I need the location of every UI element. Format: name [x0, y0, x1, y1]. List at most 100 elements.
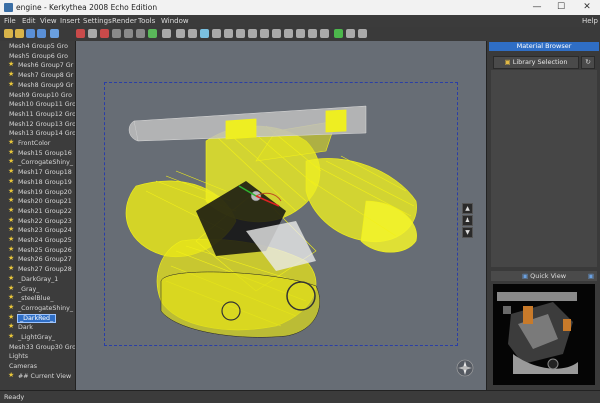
undo-icon[interactable] [50, 29, 59, 38]
tree-item[interactable]: ★ Mesh7 Group8 Gr [0, 71, 75, 80]
tree-item[interactable]: ★ Mesh20 Group21 [0, 197, 75, 206]
tree-item[interactable]: Mesh11 Group12 Gro [0, 110, 75, 119]
view-up-icon[interactable]: ▲ [462, 203, 473, 214]
tree-item[interactable]: Mesh9 Group10 Gro [0, 91, 75, 100]
grid-icon[interactable] [224, 29, 233, 38]
tree-item[interactable]: Mesh5 Group6 Gro [0, 52, 75, 61]
tree-item[interactable]: ★ Mesh25 Group26 [0, 246, 75, 255]
tree-item[interactable]: Lights [0, 352, 75, 361]
refresh-icon[interactable]: ↻ [581, 56, 595, 69]
tree-item[interactable]: ★ _DarkRed_ [0, 313, 75, 323]
tree-item[interactable]: ★ Mesh27 Group28 [0, 265, 75, 274]
tree-item[interactable]: ★ _CorrogateShiny_ [0, 158, 75, 167]
wireframe-icon[interactable] [236, 29, 245, 38]
menu-edit[interactable]: Edit [22, 17, 36, 25]
material-icon[interactable] [200, 29, 209, 38]
tree-item[interactable]: ★ _LightGray_ [0, 333, 75, 342]
tree-item[interactable]: ★ Mesh23 Group24 [0, 226, 75, 235]
menu-insert[interactable]: Insert [60, 17, 80, 25]
tree-item[interactable]: ★ Mesh15 Group16 [0, 149, 75, 158]
quick-view-close-icon[interactable]: ▣ [588, 271, 594, 281]
select-icon[interactable] [148, 29, 157, 38]
solid-icon[interactable] [248, 29, 257, 38]
material-star-icon: ★ [8, 187, 15, 195]
stop-icon[interactable] [88, 29, 97, 38]
maximize-button[interactable]: ☐ [552, 1, 570, 13]
material-star-icon: ★ [8, 80, 15, 88]
menu-tools[interactable]: Tools [138, 17, 155, 25]
help-icon[interactable] [346, 29, 355, 38]
material-star-icon: ★ [8, 284, 15, 292]
tree-item[interactable]: ★ Mesh18 Group19 [0, 178, 75, 187]
tree-item[interactable]: ★ ## Current View [0, 372, 75, 381]
sphere-icon[interactable] [284, 29, 293, 38]
scale-icon[interactable] [176, 29, 185, 38]
close-button[interactable]: ✕ [578, 1, 596, 13]
library-selection-button[interactable]: ▣ Library Selection [493, 56, 579, 69]
zoom-icon[interactable] [136, 29, 145, 38]
camera-icon[interactable] [100, 29, 109, 38]
tree-item[interactable]: ★ FrontColor [0, 139, 75, 148]
tree-item[interactable]: Mesh33 Group30 Gro [0, 343, 75, 352]
menu-file[interactable]: File [4, 17, 16, 25]
cylinder-icon[interactable] [296, 29, 305, 38]
tree-item[interactable]: ★ Mesh19 Group20 [0, 188, 75, 197]
saveas-icon[interactable] [37, 29, 46, 38]
compass-icon[interactable] [455, 358, 475, 378]
tree-item-label: Mesh21 Group22 [18, 207, 72, 215]
tree-item-label: Mesh25 Group26 [18, 246, 72, 254]
tree-item[interactable]: ★ Mesh21 Group22 [0, 207, 75, 216]
view-person-icon[interactable]: ♟ [462, 215, 473, 226]
save-icon[interactable] [26, 29, 35, 38]
tree-item[interactable]: Mesh10 Group11 Gro [0, 100, 75, 109]
tree-item-label: Lights [9, 353, 28, 361]
move-icon[interactable] [162, 29, 171, 38]
tree-item[interactable]: Mesh4 Group5 Gro [0, 42, 75, 51]
box-icon[interactable] [272, 29, 281, 38]
plane-icon[interactable] [308, 29, 317, 38]
tree-item[interactable]: ★ _Gray_ [0, 285, 75, 294]
render-icon[interactable] [76, 29, 85, 38]
scene-tree[interactable]: Mesh4 Group5 Gro Mesh5 Group6 Gro ★ Mesh6 G… [0, 41, 76, 390]
shade-icon[interactable] [260, 29, 269, 38]
menu-settings[interactable]: Settings [83, 17, 112, 25]
export-icon[interactable] [320, 29, 329, 38]
view-down-icon[interactable]: ▼ [462, 227, 473, 238]
tree-item[interactable]: ★ Mesh17 Group18 [0, 168, 75, 177]
rotate-icon[interactable] [112, 29, 121, 38]
tree-item[interactable]: ★ Mesh24 Group25 [0, 236, 75, 245]
light-icon[interactable] [188, 29, 197, 38]
quick-view-render [497, 292, 578, 374]
tree-item-label: _Gray_ [18, 285, 40, 293]
pan-icon[interactable] [124, 29, 133, 38]
menu-help[interactable]: Help [582, 17, 598, 25]
new-icon[interactable] [4, 29, 13, 38]
tree-item[interactable]: ★ Mesh8 Group9 Gr [0, 81, 75, 90]
tree-item[interactable]: ★ Dark [0, 323, 75, 332]
tree-item[interactable]: Mesh13 Group14 Gro [0, 129, 75, 138]
library-icon: ▣ [504, 58, 513, 66]
quick-view-header: ▣ Quick View ▣ [491, 271, 597, 281]
tree-item-label: FrontColor [18, 140, 51, 147]
tree-item[interactable]: ★ Mesh26 Group27 [0, 255, 75, 264]
tree-item[interactable]: ★ _CorrogateShiny_ [0, 304, 75, 313]
menu-render[interactable]: Render [112, 17, 137, 25]
tree-item[interactable]: ★ Mesh22 Group23 [0, 217, 75, 226]
status-bar: Ready [0, 390, 600, 403]
tree-item[interactable]: ★ _DarkGray_1 [0, 275, 75, 284]
tree-item[interactable]: ★ Mesh6 Group7 Gr [0, 61, 75, 70]
green-icon[interactable] [334, 29, 343, 38]
material-star-icon: ★ [8, 216, 15, 224]
texture-icon[interactable] [212, 29, 221, 38]
minimize-button[interactable]: — [528, 1, 546, 13]
tree-item[interactable]: ★ _steelBlue_ [0, 294, 75, 303]
close-icon[interactable] [358, 29, 367, 38]
open-icon[interactable] [15, 29, 24, 38]
menu-window[interactable]: Window [161, 17, 189, 25]
material-list[interactable] [491, 70, 597, 267]
tree-item-label: Mesh15 Group16 [18, 149, 72, 157]
menu-view[interactable]: View [40, 17, 57, 25]
material-star-icon: ★ [8, 168, 15, 176]
tree-item[interactable]: Cameras [0, 362, 75, 371]
tree-item[interactable]: Mesh12 Group13 Gro [0, 120, 75, 129]
